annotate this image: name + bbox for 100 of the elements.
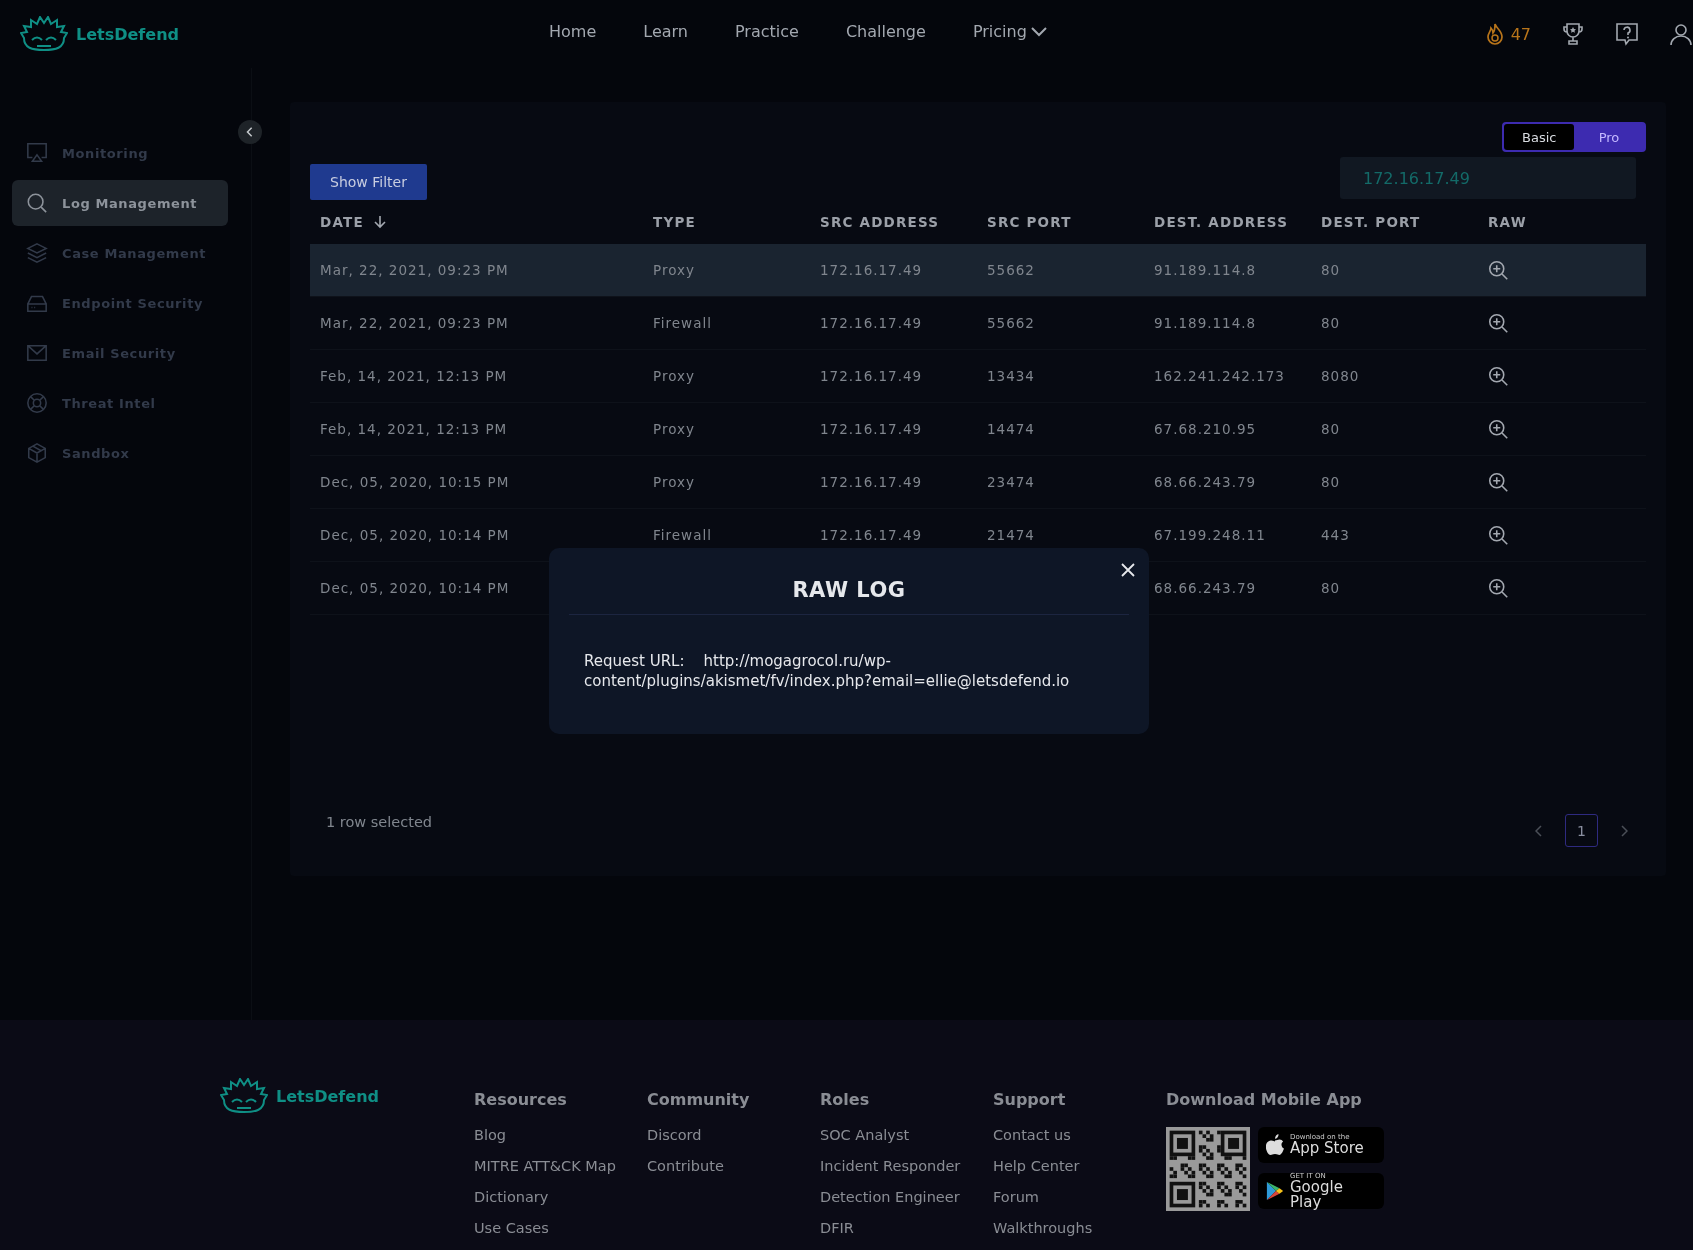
request-url-text: Request URL: http://mogagrocol.ru/wp-content/plugins/akismet/fv/index.php?email=ellie@letsdefend.io (584, 651, 1071, 691)
chevron-left-icon (245, 126, 255, 138)
footer-link[interactable]: MITRE ATT&CK Map (474, 1158, 647, 1174)
table-cell-text: 23474 (987, 474, 1036, 490)
table-cell-text: Dec, 05, 2020, 10:14 PM (320, 580, 511, 596)
zoom-in-icon[interactable] (1488, 418, 1509, 440)
table-cell-text: Firewall (653, 315, 713, 331)
column-header[interactable]: DEST. PORT (1321, 214, 1488, 230)
column-header[interactable]: DEST. ADDRESS (1154, 214, 1321, 230)
table-row[interactable]: Mar, 22, 2021, 09:23 PM Proxy 172.16.17.49 55662 91.189.114.8 80 (310, 244, 1646, 297)
table-row[interactable]: Dec, 05, 2020, 10:15 PM Proxy 172.16.17.49 23474 68.66.243.79 80 (310, 456, 1646, 509)
streak-count: 47 (1510, 24, 1531, 44)
table-cell-text: 55662 (987, 315, 1036, 331)
nav-link[interactable]: Pricing (972, 22, 1047, 41)
nav-link[interactable]: Challenge (845, 22, 926, 41)
table-cell-text: Dec, 05, 2020, 10:15 PM (320, 474, 511, 490)
close-icon[interactable] (1121, 563, 1135, 577)
zoom-in-icon[interactable] (1488, 312, 1509, 334)
table-cell-text: 172.16.17.49 (820, 527, 924, 543)
sort-arrow-icon (373, 215, 386, 229)
qr-code-icon (1166, 1127, 1250, 1211)
table-cell-text: 443 (1321, 527, 1351, 543)
show-filter-button[interactable]: Show Filter (310, 164, 427, 200)
nav-link[interactable]: Learn (643, 22, 688, 41)
footer-link[interactable]: Use Cases (474, 1220, 647, 1236)
footer-heading: Roles (820, 1090, 871, 1109)
table-cell-text: 162.241.242.173 (1154, 368, 1286, 384)
table-cell-text: 172.16.17.49 (820, 262, 924, 278)
user-icon[interactable] (1669, 22, 1693, 46)
play-icon (1266, 1180, 1284, 1202)
table-cell-text: 67.68.210.95 (1154, 421, 1258, 437)
page-button[interactable]: 1 (1565, 814, 1598, 847)
collapse-button[interactable] (238, 120, 262, 144)
table-cell-text: Dec, 05, 2020, 10:14 PM (320, 527, 511, 543)
table-cell-text: 91.189.114.8 (1154, 315, 1258, 331)
table-cell-text: 67.199.248.11 (1154, 527, 1267, 543)
nav-link[interactable]: Home (549, 22, 597, 41)
column-header[interactable]: TYPE (653, 214, 820, 230)
footer-link[interactable]: Help Center (993, 1158, 1166, 1174)
table-cell-text: 21474 (987, 527, 1036, 543)
sidebar-item[interactable]: Log Management (12, 180, 228, 226)
hedgehog-logo-icon (220, 1078, 268, 1114)
footer-heading: Community (647, 1090, 751, 1109)
mode-tab[interactable]: Pro (1574, 124, 1644, 150)
brand-name[interactable]: LetsDefend (276, 1086, 379, 1106)
table-cell-text: 80 (1321, 474, 1342, 490)
search-icon (26, 192, 48, 214)
footer-link[interactable]: Blog (474, 1127, 647, 1143)
footer-link[interactable]: SOC Analyst (820, 1127, 993, 1143)
footer-link[interactable]: Incident Responder (820, 1158, 993, 1174)
lifebuoy-icon (26, 392, 48, 414)
table-cell-text: 172.16.17.49 (820, 421, 924, 437)
table-cell-text: 80 (1321, 421, 1342, 437)
table-cell-text: 172.16.17.49 (820, 474, 924, 490)
table-cell-text: Firewall (653, 527, 713, 543)
table-cell-text: 172.16.17.49 (820, 368, 924, 384)
column-header[interactable]: SRC PORT (987, 214, 1154, 230)
apple-icon (1266, 1134, 1284, 1156)
table-cell-text: Mar, 22, 2021, 09:23 PM (320, 315, 510, 331)
table-cell-text: 91.189.114.8 (1154, 262, 1258, 278)
mode-tab[interactable]: Basic (1504, 124, 1574, 150)
cube-icon (26, 442, 48, 464)
column-header[interactable]: RAW (1488, 214, 1646, 230)
table-cell-text: 8080 (1321, 368, 1361, 384)
footer-link[interactable]: Discord (647, 1127, 820, 1143)
table-cell-text: 80 (1321, 315, 1342, 331)
table-row[interactable]: Mar, 22, 2021, 09:23 PM Firewall 172.16.17.49 55662 91.189.114.8 80 (310, 297, 1646, 350)
column-header[interactable]: DATE (320, 214, 653, 230)
footer-heading: Download Mobile App (1166, 1090, 1363, 1109)
zoom-in-icon[interactable] (1488, 471, 1509, 493)
table-cell-text: Proxy (653, 474, 696, 490)
table-cell-text: 80 (1321, 262, 1342, 278)
table-cell-text: Mar, 22, 2021, 09:23 PM (320, 262, 510, 278)
brand-name[interactable]: LetsDefend (76, 24, 179, 44)
table-cell-text: Proxy (653, 368, 696, 384)
chevron-down-icon (1030, 26, 1047, 37)
zoom-in-icon[interactable] (1488, 524, 1509, 546)
zoom-in-icon[interactable] (1488, 577, 1509, 599)
table-cell-text: 172.16.17.49 (820, 315, 924, 331)
footer-link[interactable]: Walkthroughs (993, 1220, 1166, 1236)
nav-link[interactable]: Practice (734, 22, 799, 41)
modal-title: RAW LOG (569, 548, 1129, 615)
footer-link[interactable]: Contribute (647, 1158, 820, 1174)
trophy-icon[interactable] (1561, 22, 1585, 46)
table-cell-text: Proxy (653, 421, 696, 437)
table-row[interactable]: Feb, 14, 2021, 12:13 PM Proxy 172.16.17.49 13434 162.241.242.173 8080 (310, 350, 1646, 403)
layers-icon (26, 242, 48, 264)
footer-link[interactable]: Detection Engineer (820, 1189, 993, 1205)
help-icon[interactable] (1615, 22, 1639, 46)
monitor-icon (26, 142, 48, 164)
footer-link[interactable]: Forum (993, 1189, 1166, 1205)
zoom-in-icon[interactable] (1488, 365, 1509, 387)
table-cell-text: 55662 (987, 262, 1036, 278)
column-header[interactable]: SRC ADDRESS (820, 214, 987, 230)
zoom-in-icon[interactable] (1488, 259, 1509, 281)
footer-link[interactable]: DFIR (820, 1220, 993, 1236)
footer-link[interactable]: Dictionary (474, 1189, 647, 1205)
table-cell-text: Proxy (653, 262, 696, 278)
footer-link[interactable]: Contact us (993, 1127, 1166, 1143)
table-row[interactable]: Feb, 14, 2021, 12:13 PM Proxy 172.16.17.49 14474 67.68.210.95 80 (310, 403, 1646, 456)
